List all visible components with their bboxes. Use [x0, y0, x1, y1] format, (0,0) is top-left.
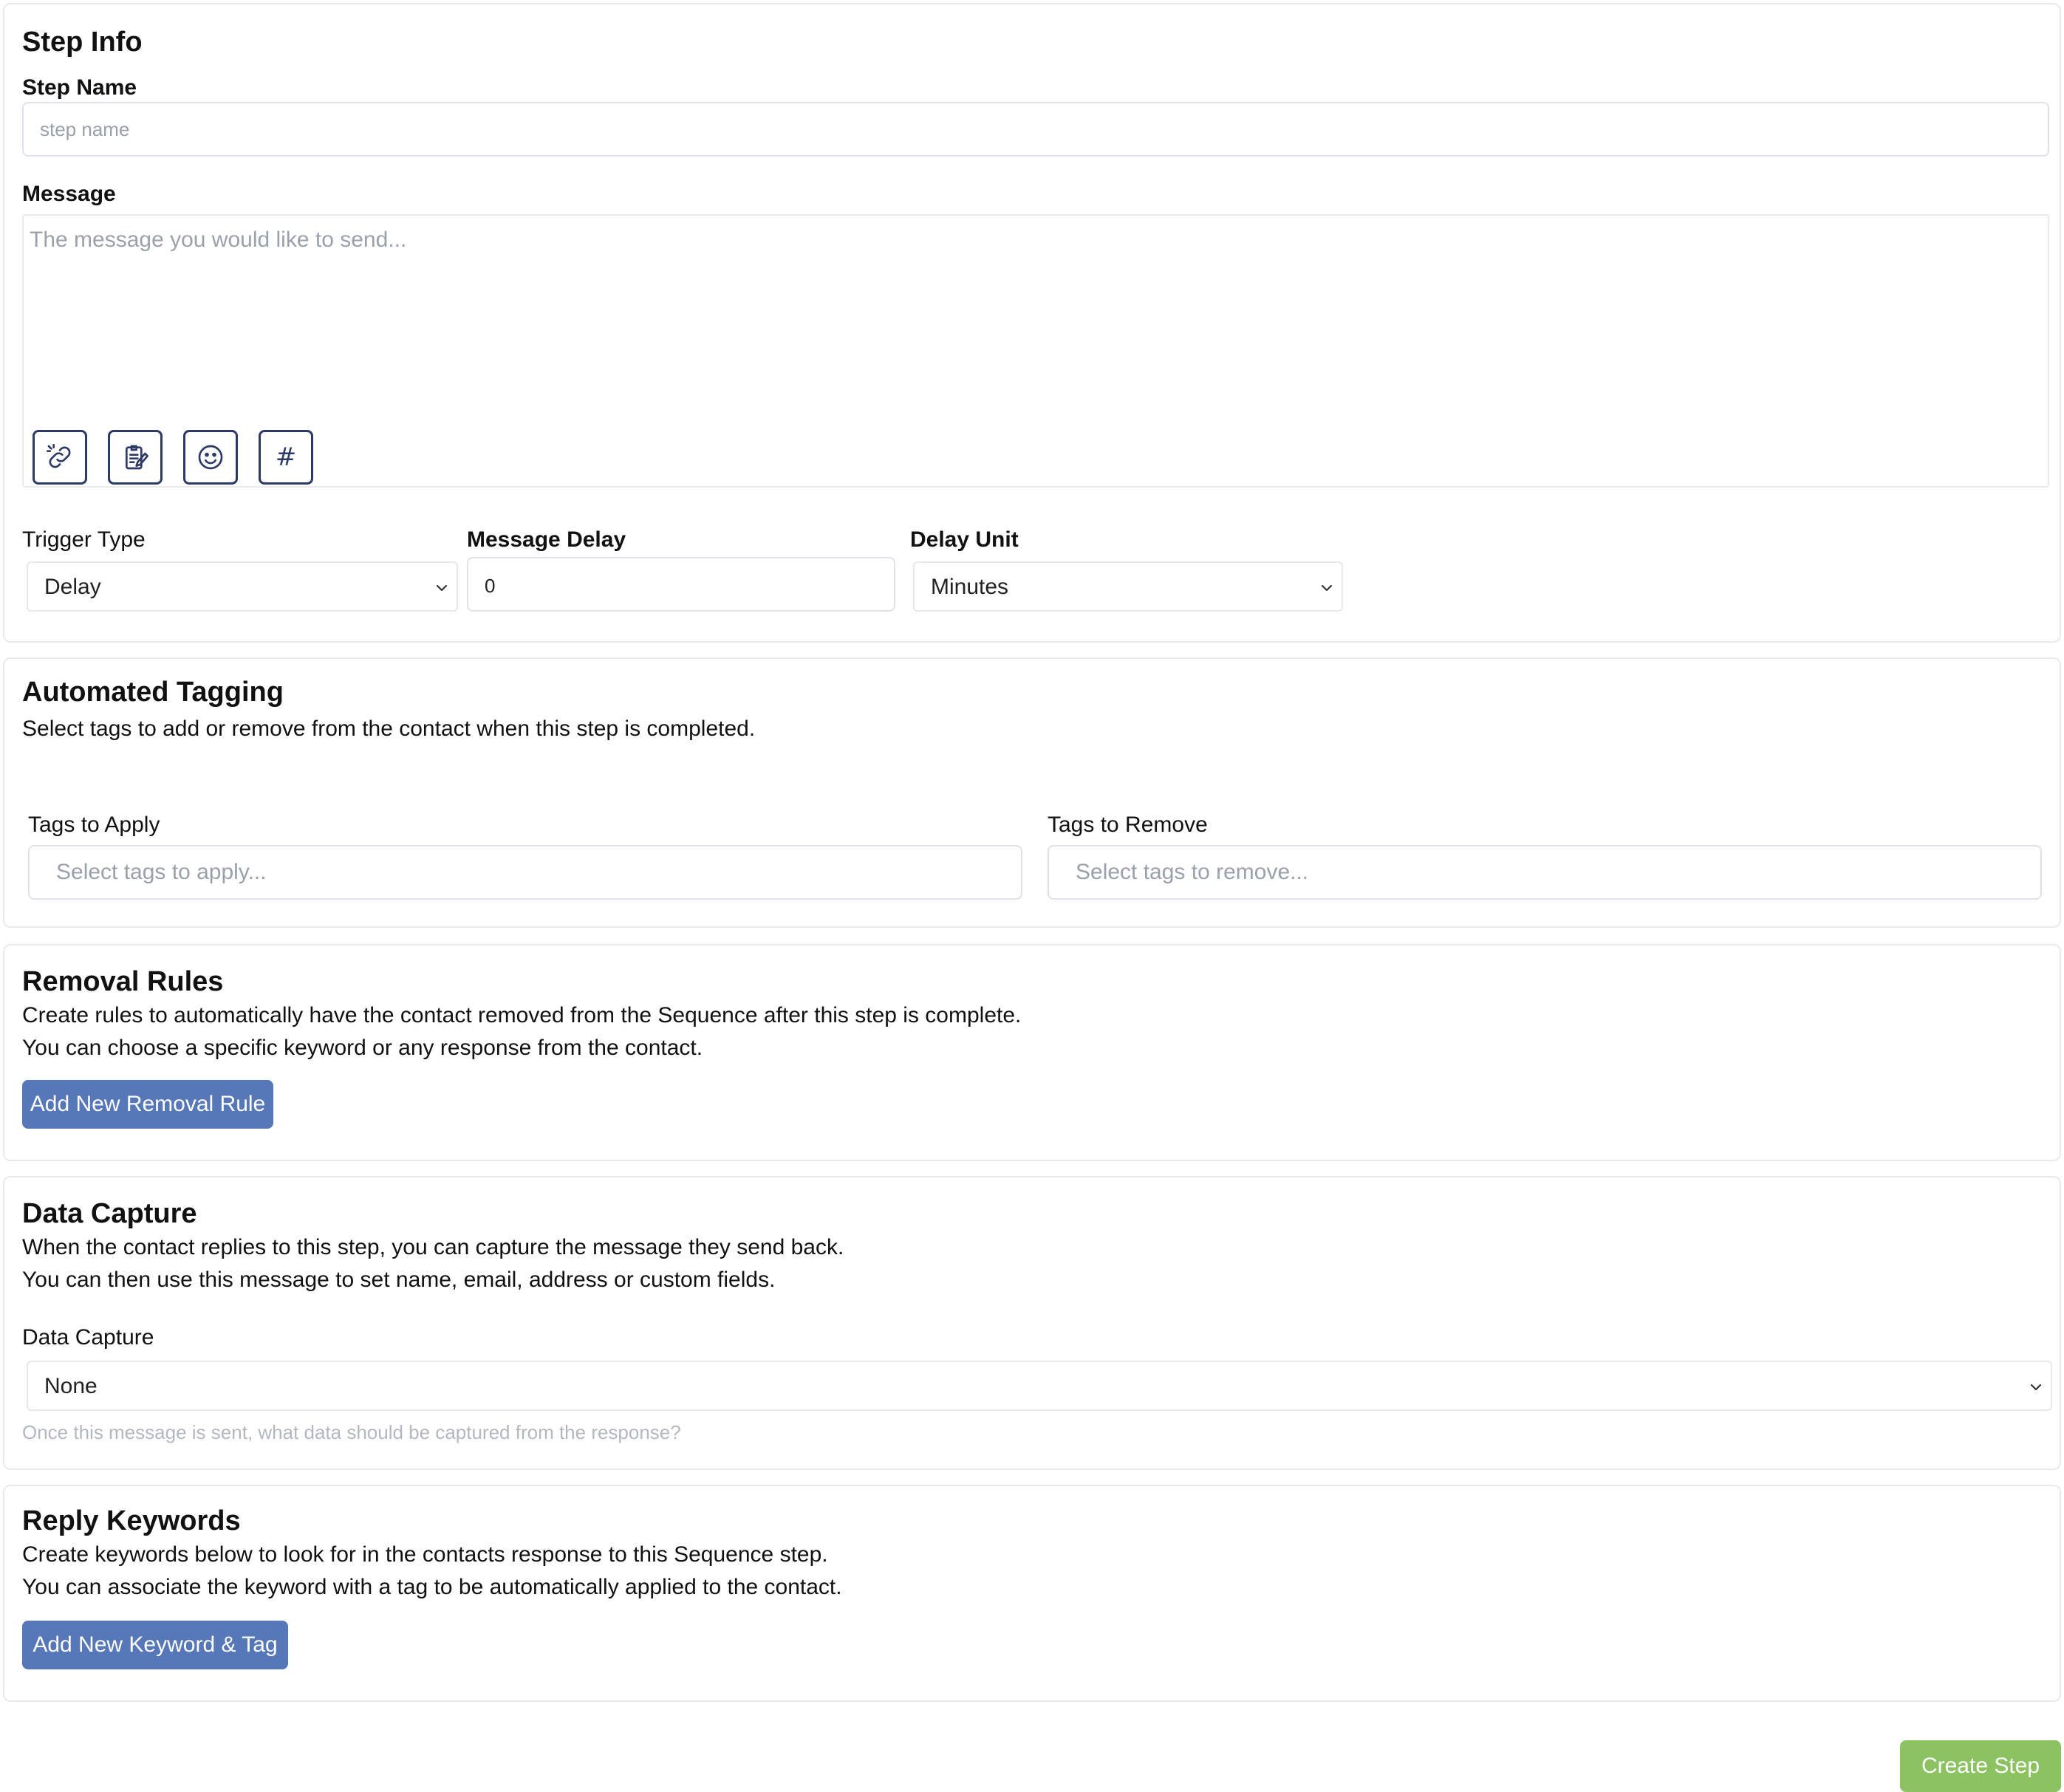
step-name-input[interactable]: step name: [22, 102, 2049, 157]
trigger-type-label: Trigger Type: [22, 527, 146, 552]
hashtag-icon: #: [275, 442, 297, 472]
chevron-down-icon: [436, 584, 448, 592]
message-placeholder: The message you would like to send...: [30, 228, 407, 252]
message-label: Message: [22, 182, 116, 206]
chevron-down-icon: [2030, 1384, 2042, 1391]
insert-template-button[interactable]: [108, 430, 163, 485]
data-capture-line-1: When the contact replies to this step, y…: [22, 1235, 844, 1259]
tags-to-remove-select[interactable]: Select tags to remove...: [1048, 845, 2042, 900]
add-new-keyword-tag-button[interactable]: Add New Keyword & Tag: [22, 1621, 288, 1669]
clipboard-icon: [126, 445, 149, 470]
insert-emoji-button[interactable]: [183, 430, 238, 485]
delay-unit-select[interactable]: Minutes: [913, 561, 1343, 612]
removal-rules-panel: Removal Rules Create rules to automatica…: [3, 944, 2061, 1161]
insert-hashtag-button[interactable]: #: [259, 430, 313, 485]
data-capture-panel: Data Capture When the contact replies to…: [3, 1176, 2061, 1470]
step-info-panel: Step Info Step Name step name Message Th…: [3, 3, 2061, 643]
data-capture-hint: Once this message is sent, what data sho…: [22, 1421, 681, 1443]
tags-to-remove-label: Tags to Remove: [1048, 813, 1208, 837]
delay-unit-label: Delay Unit: [910, 527, 1019, 552]
step-name-placeholder: step name: [40, 118, 130, 140]
data-capture-field-label: Data Capture: [22, 1325, 154, 1350]
insert-link-button[interactable]: [33, 430, 87, 485]
emoji-icon: [198, 445, 223, 470]
data-capture-value: None: [44, 1374, 98, 1398]
message-delay-value: 0: [485, 575, 496, 597]
data-capture-select[interactable]: None: [27, 1361, 2052, 1411]
reply-keywords-panel: Reply Keywords Create keywords below to …: [3, 1485, 2061, 1702]
trigger-type-value: Delay: [44, 575, 101, 599]
add-new-removal-rule-button[interactable]: Add New Removal Rule: [22, 1080, 273, 1129]
chevron-down-icon: [1321, 584, 1333, 592]
automated-tagging-title: Automated Tagging: [22, 677, 284, 708]
create-step-button[interactable]: Create Step: [1900, 1740, 2061, 1792]
tags-to-apply-placeholder: Select tags to apply...: [56, 860, 267, 884]
tags-to-apply-select[interactable]: Select tags to apply...: [28, 845, 1022, 900]
automated-tagging-panel: Automated Tagging Select tags to add or …: [3, 657, 2061, 928]
removal-rules-line-2: You can choose a specific keyword or any…: [22, 1036, 703, 1060]
message-delay-label: Message Delay: [467, 527, 626, 552]
reply-keywords-line-2: You can associate the keyword with a tag…: [22, 1575, 842, 1599]
step-info-title: Step Info: [22, 27, 143, 58]
removal-rules-line-1: Create rules to automatically have the c…: [22, 1003, 1022, 1027]
message-delay-input[interactable]: 0: [467, 557, 895, 612]
reply-keywords-line-1: Create keywords below to look for in the…: [22, 1542, 828, 1567]
data-capture-line-2: You can then use this message to set nam…: [22, 1268, 776, 1292]
trigger-type-select[interactable]: Delay: [27, 561, 458, 612]
tags-to-remove-placeholder: Select tags to remove...: [1076, 860, 1309, 884]
tags-to-apply-label: Tags to Apply: [28, 813, 160, 837]
delay-unit-value: Minutes: [931, 575, 1009, 599]
automated-tagging-description: Select tags to add or remove from the co…: [22, 717, 756, 741]
step-name-label: Step Name: [22, 75, 137, 100]
data-capture-title: Data Capture: [22, 1198, 197, 1229]
message-textarea[interactable]: The message you would like to send...: [22, 214, 2049, 488]
link-icon: [46, 444, 71, 468]
reply-keywords-title: Reply Keywords: [22, 1505, 241, 1536]
removal-rules-title: Removal Rules: [22, 966, 224, 997]
